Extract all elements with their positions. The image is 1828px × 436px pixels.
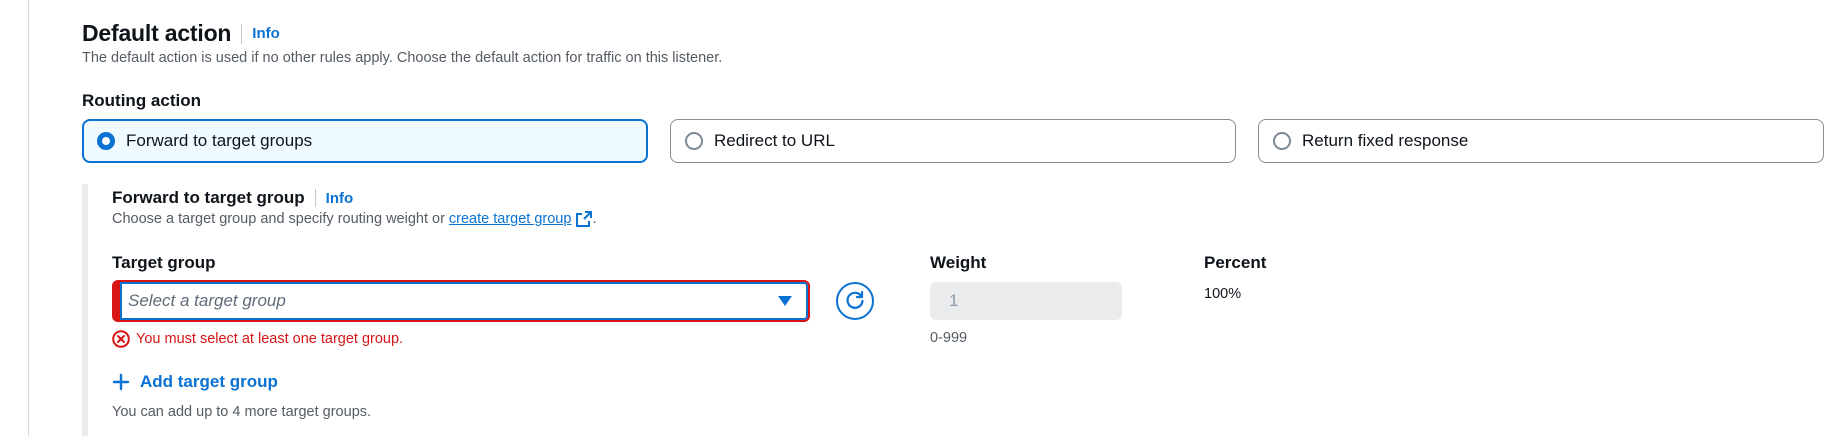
routing-option-label: Forward to target groups: [126, 131, 313, 150]
radio-unselected-icon[interactable]: [685, 132, 703, 150]
default-action-section: Default action Info The default action i…: [82, 0, 1828, 436]
default-action-description: The default action is used if no other r…: [82, 50, 723, 66]
routing-action-label: Routing action: [82, 91, 201, 110]
caret-down-icon: [778, 296, 792, 306]
forward-description-text: Choose a target group and specify routin…: [112, 211, 445, 227]
forward-header: Forward to target group Info: [112, 188, 353, 208]
info-separator: [241, 23, 243, 44]
default-action-title: Default action: [82, 20, 232, 46]
error-icon: [112, 330, 130, 348]
refresh-icon: [846, 290, 864, 309]
add-target-group-button[interactable]: Add target group: [112, 372, 278, 392]
weight-label: Weight: [930, 253, 987, 272]
radio-selected-icon[interactable]: [97, 132, 115, 150]
forward-title: Forward to target group: [112, 188, 305, 207]
forward-target-group-panel: Forward to target group Info Choose a ta…: [82, 184, 1828, 436]
plus-icon: [112, 373, 130, 391]
target-group-placeholder: Select a target group: [128, 291, 286, 310]
default-action-header: Default action Info: [82, 20, 280, 47]
routing-option-forward[interactable]: Forward to target groups: [82, 119, 648, 163]
default-action-info-link[interactable]: Info: [252, 25, 280, 42]
add-target-group-hint: You can add up to 4 more target groups.: [112, 404, 372, 420]
routing-option-label: Redirect to URL: [714, 131, 835, 150]
routing-option-label: Return fixed response: [1302, 131, 1469, 150]
percent-value: 100%: [1204, 286, 1242, 302]
target-group-error: You must select at least one target grou…: [112, 330, 403, 348]
target-group-select[interactable]: Select a target group: [112, 280, 810, 322]
forward-info-link[interactable]: Info: [326, 190, 354, 207]
percent-label: Percent: [1204, 253, 1267, 272]
forward-description-suffix: .: [592, 211, 597, 227]
target-group-label: Target group: [112, 253, 216, 272]
radio-unselected-icon[interactable]: [1273, 132, 1291, 150]
weight-hint: 0-999: [930, 330, 968, 346]
routing-option-fixed-response[interactable]: Return fixed response: [1258, 119, 1824, 163]
target-group-error-text: You must select at least one target grou…: [136, 331, 404, 347]
info-separator: [314, 189, 316, 207]
weight-value: 1: [949, 291, 959, 310]
left-rail-divider: [28, 0, 29, 436]
forward-description: Choose a target group and specify routin…: [112, 211, 596, 227]
external-link-icon[interactable]: [576, 211, 593, 227]
refresh-button[interactable]: [836, 282, 874, 320]
add-target-group-label: Add target group: [140, 372, 278, 391]
routing-option-redirect[interactable]: Redirect to URL: [670, 119, 1236, 163]
create-target-group-link[interactable]: create target group: [449, 211, 572, 227]
weight-input[interactable]: 1: [930, 282, 1122, 320]
